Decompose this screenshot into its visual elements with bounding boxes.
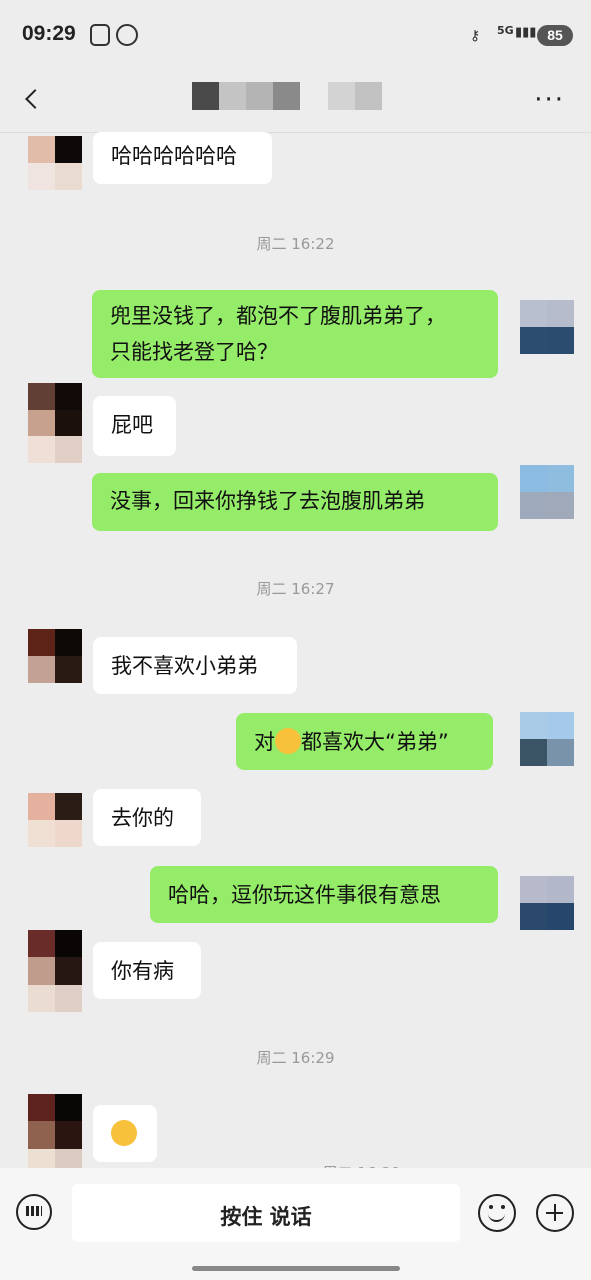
emoji-icon[interactable]	[478, 1194, 516, 1232]
message-bubble-received[interactable]	[93, 1105, 157, 1162]
status-bar: 09:29 ⚷ 5G ▮▮▮ 85	[0, 0, 591, 68]
keyboard-icon[interactable]	[16, 1194, 52, 1230]
home-indicator[interactable]	[192, 1266, 400, 1271]
contact-avatar[interactable]	[28, 930, 82, 1012]
crying-laughing-emoji-icon	[275, 728, 301, 754]
message-bubble-received[interactable]: 屁吧	[93, 396, 176, 456]
chat-title-blurred-2	[328, 82, 382, 110]
timestamp: 周二 16:29	[256, 1049, 335, 1067]
chat-header: ···	[0, 68, 591, 133]
contact-avatar[interactable]	[28, 383, 82, 463]
contact-avatar[interactable]	[28, 793, 82, 847]
more-options-icon[interactable]: ···	[534, 87, 565, 113]
message-bubble-received[interactable]: 我不喜欢小弟弟	[93, 637, 297, 694]
message-text: 你有病	[111, 959, 174, 983]
back-arrow-icon[interactable]	[20, 84, 46, 114]
my-avatar[interactable]	[520, 876, 574, 930]
message-text-line: 兜里没钱了，都泡不了腹肌弟弟了，	[110, 304, 446, 328]
message-text: 去你的	[111, 806, 174, 830]
status-time: 09:29	[22, 22, 76, 45]
message-text: 哈哈哈哈哈哈	[111, 144, 237, 168]
screenshot-icon	[90, 24, 110, 46]
message-bubble-sent[interactable]: 对 都喜欢大“弟弟”	[236, 713, 493, 770]
message-bubble-received[interactable]: 去你的	[93, 789, 201, 846]
message-text: 哈哈，逗你玩这件事很有意思	[168, 883, 441, 907]
hold-to-talk-button[interactable]: 按住 说话	[72, 1184, 460, 1242]
input-toolbar: 按住 说话	[0, 1168, 591, 1280]
message-bubble-sent[interactable]: 没事，回来你挣钱了去泡腹肌弟弟	[92, 473, 498, 531]
network-type: 5G	[497, 24, 514, 37]
timestamp: 周二 16:27	[256, 580, 335, 598]
lock-rotation-icon	[116, 24, 138, 46]
message-text: 对	[254, 730, 275, 754]
my-avatar[interactable]	[520, 712, 574, 766]
message-text-line: 只能找老登了哈？	[110, 340, 278, 364]
plus-icon[interactable]	[536, 1194, 574, 1232]
contact-avatar[interactable]	[28, 136, 82, 190]
signal-icon: ▮▮▮	[515, 25, 537, 40]
chat-title-blurred	[192, 82, 300, 110]
message-bubble-sent[interactable]: 哈哈，逗你玩这件事很有意思	[150, 866, 498, 923]
message-bubble-sent[interactable]: 兜里没钱了，都泡不了腹肌弟弟了， 只能找老登了哈？	[92, 290, 498, 378]
message-text: 屁吧	[111, 413, 153, 437]
timestamp: 周二 16:22	[256, 235, 335, 253]
shocked-emoji-icon	[111, 1120, 137, 1146]
message-text: 都喜欢大“弟弟”	[301, 730, 449, 754]
message-bubble-received[interactable]: 你有病	[93, 942, 201, 999]
my-avatar[interactable]	[520, 300, 574, 354]
message-text: 我不喜欢小弟弟	[111, 654, 258, 678]
battery-indicator: 85	[537, 25, 573, 46]
key-icon: ⚷	[470, 28, 481, 44]
contact-avatar[interactable]	[28, 629, 82, 683]
my-avatar[interactable]	[520, 465, 574, 519]
message-text: 没事，回来你挣钱了去泡腹肌弟弟	[110, 489, 425, 513]
message-bubble-received[interactable]: 哈哈哈哈哈哈	[93, 132, 272, 184]
